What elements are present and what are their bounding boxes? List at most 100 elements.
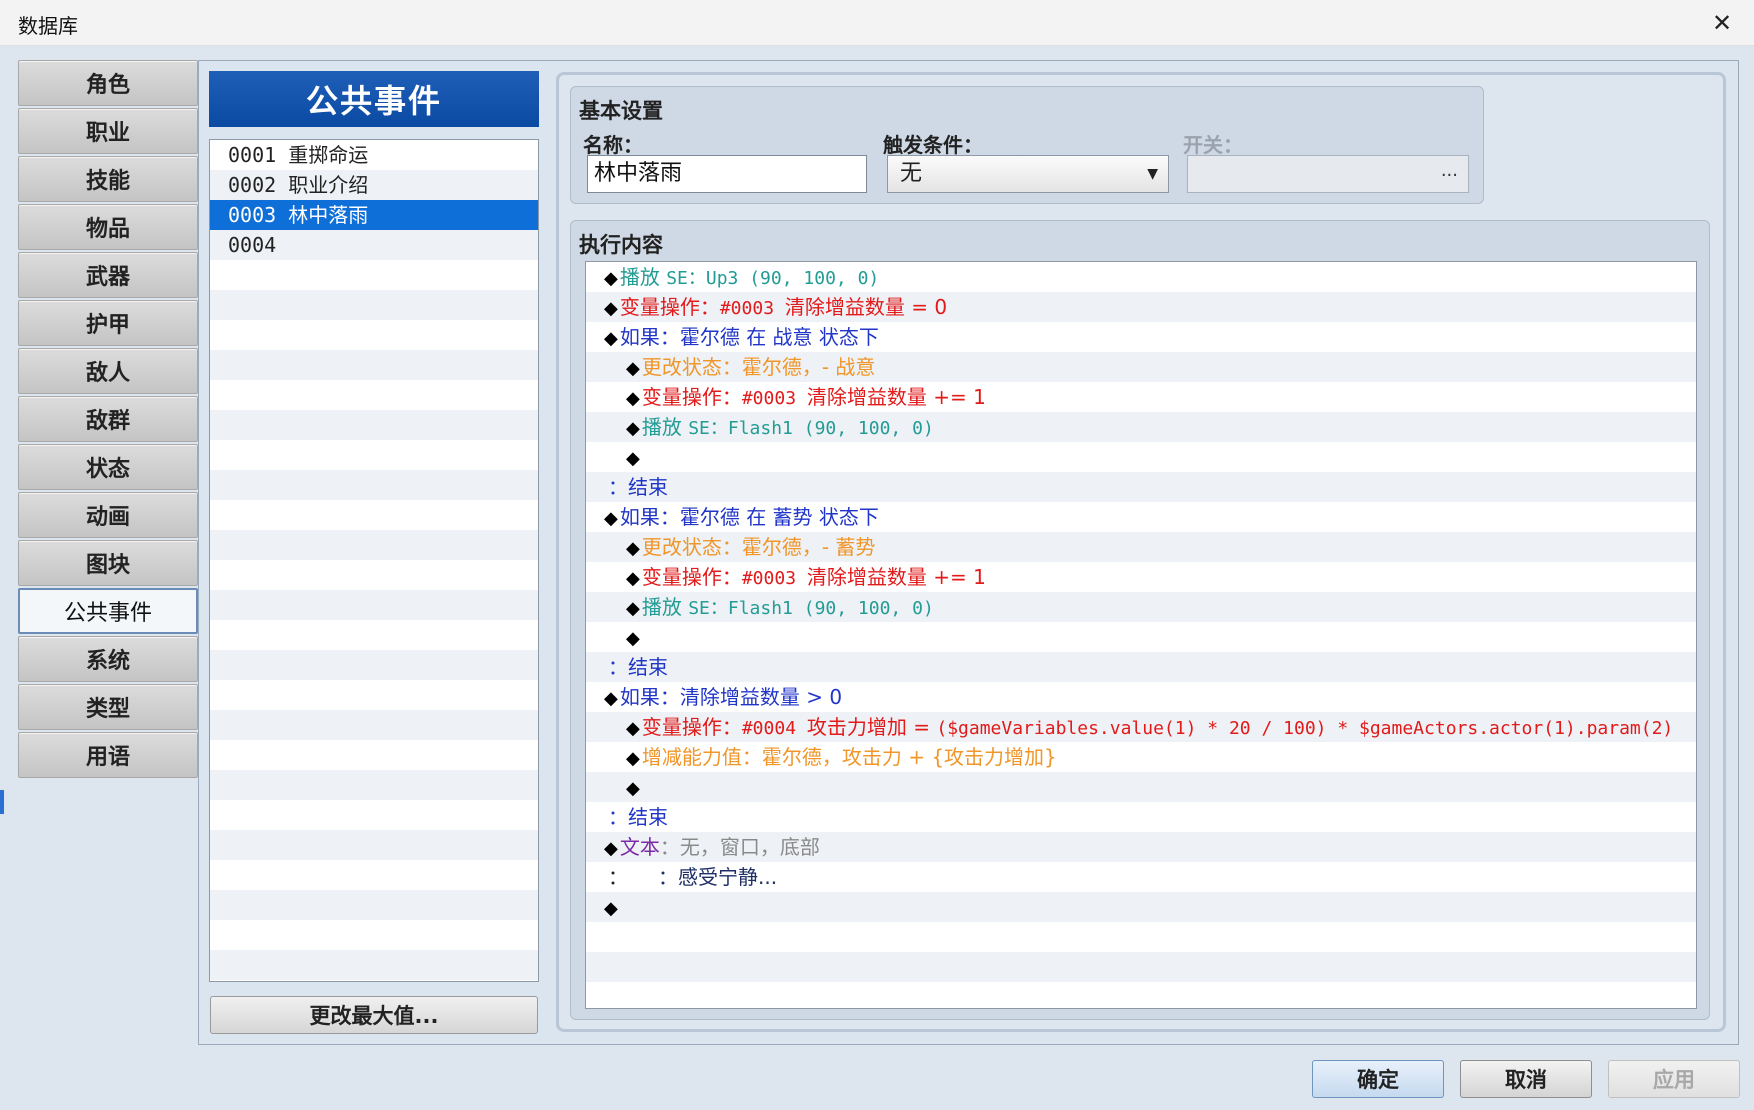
title-bar: 数据库 ✕ xyxy=(0,0,1754,46)
event-list-row[interactable] xyxy=(210,680,538,710)
command-row[interactable]: ◆ xyxy=(586,622,1696,652)
nav-item[interactable]: 物品 xyxy=(18,204,198,250)
nav-item[interactable]: 图块 xyxy=(18,540,198,586)
command-list[interactable]: ◆ 播放 SE：Up3 (90, 100, 0) ◆ 变量操作：#0003 清除增益数… xyxy=(585,261,1697,1009)
event-list-row[interactable] xyxy=(210,890,538,920)
diamond-icon: ◆ xyxy=(626,628,640,649)
command-row[interactable]: ◆ 如果：霍尔德 在 战意 状态下 xyxy=(586,322,1696,352)
event-list[interactable]: 0001 重掷命运 0002 职业介绍 0003 林中落雨 0004 xyxy=(209,139,539,982)
event-list-row[interactable] xyxy=(210,260,538,290)
event-list-row[interactable] xyxy=(210,290,538,320)
command-text: ：结束 xyxy=(608,805,668,829)
diamond-icon: ◆ xyxy=(626,718,640,739)
event-list-row[interactable] xyxy=(210,710,538,740)
nav-item[interactable]: 敌群 xyxy=(18,396,198,442)
nav-item[interactable]: 公共事件 xyxy=(18,588,198,634)
command-row[interactable] xyxy=(586,922,1696,952)
event-list-row[interactable] xyxy=(210,410,538,440)
command-text: #0003 xyxy=(741,388,807,409)
command-row[interactable]: ◆ 变量操作：#0003 清除增益数量 = 0 xyxy=(586,292,1696,322)
command-text: 增减能力值：霍尔德，攻击力 + {攻击力增加} xyxy=(641,745,1057,769)
event-list-row[interactable] xyxy=(210,860,538,890)
execution-content: 执行内容 ◆ 播放 SE：Up3 (90, 100, 0) ◆ 变量操作：#0003 … xyxy=(570,220,1710,1020)
command-text: ：结束 xyxy=(608,475,668,499)
command-row[interactable] xyxy=(586,982,1696,1008)
command-text: ：无，窗口，底部 xyxy=(659,835,820,859)
command-row[interactable]: ： ：感受宁静... xyxy=(586,862,1696,892)
nav-item[interactable]: 系统 xyxy=(18,636,198,682)
close-icon[interactable]: ✕ xyxy=(1702,4,1742,42)
event-list-row[interactable]: 0002 职业介绍 xyxy=(210,170,538,200)
command-row[interactable]: ◆ 播放 SE：Flash1 (90, 100, 0) xyxy=(586,412,1696,442)
nav-item[interactable]: 职业 xyxy=(18,108,198,154)
event-list-row[interactable] xyxy=(210,830,538,860)
event-list-row[interactable]: 0004 xyxy=(210,230,538,260)
event-list-row[interactable] xyxy=(210,800,538,830)
chevron-down-icon: ▼ xyxy=(1147,166,1158,182)
command-row[interactable]: ◆ 变量操作：#0004 攻击力增加 = ($gameVariables.valu… xyxy=(586,712,1696,742)
change-max-button[interactable]: 更改最大值... xyxy=(210,996,538,1034)
command-row[interactable]: ◆ 增减能力值：霍尔德，攻击力 + {攻击力增加} xyxy=(586,742,1696,772)
event-list-row[interactable] xyxy=(210,350,538,380)
nav-item[interactable]: 角色 xyxy=(18,60,198,106)
command-row[interactable]: ◆ 如果：清除增益数量 > 0 xyxy=(586,682,1696,712)
event-list-row[interactable] xyxy=(210,770,538,800)
event-list-row[interactable]: 0001 重掷命运 xyxy=(210,140,538,170)
command-text: 更改状态：霍尔德，- 战意 xyxy=(641,355,876,379)
command-row[interactable]: ◆ 播放 SE：Flash1 (90, 100, 0) xyxy=(586,592,1696,622)
trigger-select[interactable]: 无 ▼ xyxy=(887,155,1169,193)
event-list-row[interactable]: 0003 林中落雨 xyxy=(210,200,538,230)
event-list-row[interactable] xyxy=(210,740,538,770)
diamond-icon: ◆ xyxy=(626,388,640,409)
diamond-icon: ◆ xyxy=(626,598,640,619)
command-row[interactable]: ◆ 更改状态：霍尔德，- 蓄势 xyxy=(586,532,1696,562)
nav-item[interactable]: 护甲 xyxy=(18,300,198,346)
apply-button[interactable]: 应用 xyxy=(1608,1060,1740,1098)
command-row[interactable]: ◆ 文本：无，窗口，底部 xyxy=(586,832,1696,862)
command-row[interactable]: ◆ xyxy=(586,442,1696,472)
event-list-row[interactable] xyxy=(210,950,538,980)
nav-item[interactable]: 武器 xyxy=(18,252,198,298)
command-row[interactable]: ◆ xyxy=(586,892,1696,922)
event-list-row[interactable] xyxy=(210,920,538,950)
event-list-row[interactable] xyxy=(210,440,538,470)
command-text: SE：Up3 (90, 100, 0) xyxy=(666,268,880,289)
command-row[interactable]: ◆ 更改状态：霍尔德，- 战意 xyxy=(586,352,1696,382)
event-list-row[interactable] xyxy=(210,470,538,500)
command-row[interactable] xyxy=(586,952,1696,982)
command-row[interactable]: ◆ 变量操作：#0003 清除增益数量 += 1 xyxy=(586,562,1696,592)
event-list-row[interactable] xyxy=(210,620,538,650)
diamond-icon: ◆ xyxy=(604,508,618,529)
event-list-row[interactable] xyxy=(210,500,538,530)
command-text: 播放 xyxy=(619,265,667,289)
name-label: 名称： xyxy=(583,133,643,157)
event-list-row[interactable] xyxy=(210,650,538,680)
command-row[interactable]: ：结束 xyxy=(586,472,1696,502)
nav-item[interactable]: 动画 xyxy=(18,492,198,538)
nav-item[interactable]: 敌人 xyxy=(18,348,198,394)
event-list-row[interactable] xyxy=(210,380,538,410)
nav-item[interactable]: 类型 xyxy=(18,684,198,730)
command-text: 攻击力增加 = xyxy=(806,715,937,739)
nav-item[interactable]: 状态 xyxy=(18,444,198,490)
command-row[interactable]: ◆ 播放 SE：Up3 (90, 100, 0) xyxy=(586,262,1696,292)
nav-item[interactable]: 技能 xyxy=(18,156,198,202)
command-row[interactable]: ：结束 xyxy=(586,652,1696,682)
command-text: ：感受宁静... xyxy=(658,865,778,889)
command-row[interactable]: ◆ xyxy=(586,772,1696,802)
event-list-row[interactable] xyxy=(210,320,538,350)
event-list-row[interactable] xyxy=(210,530,538,560)
diamond-icon: ◆ xyxy=(604,268,618,289)
event-list-row[interactable] xyxy=(210,560,538,590)
name-input[interactable]: 林中落雨 xyxy=(587,155,867,193)
command-row[interactable]: ：结束 xyxy=(586,802,1696,832)
nav-item[interactable]: 用语 xyxy=(18,732,198,778)
diamond-icon: ◆ xyxy=(626,358,640,379)
command-row[interactable]: ◆ 如果：霍尔德 在 蓄势 状态下 xyxy=(586,502,1696,532)
diamond-icon: ◆ xyxy=(626,568,640,589)
switch-field[interactable]: ... xyxy=(1187,155,1469,193)
cancel-button[interactable]: 取消 xyxy=(1460,1060,1592,1098)
command-row[interactable]: ◆ 变量操作：#0003 清除增益数量 += 1 xyxy=(586,382,1696,412)
ok-button[interactable]: 确定 xyxy=(1312,1060,1444,1098)
event-list-row[interactable] xyxy=(210,590,538,620)
